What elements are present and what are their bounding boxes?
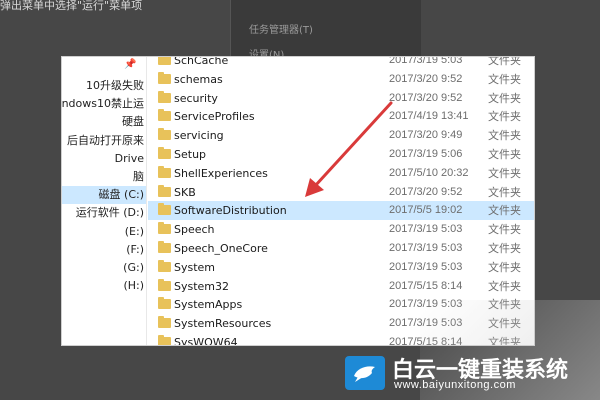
- arrow-shaft: [313, 101, 393, 188]
- logo-url: www.baiyunxitong.com: [394, 379, 516, 391]
- bird-icon: [345, 356, 385, 390]
